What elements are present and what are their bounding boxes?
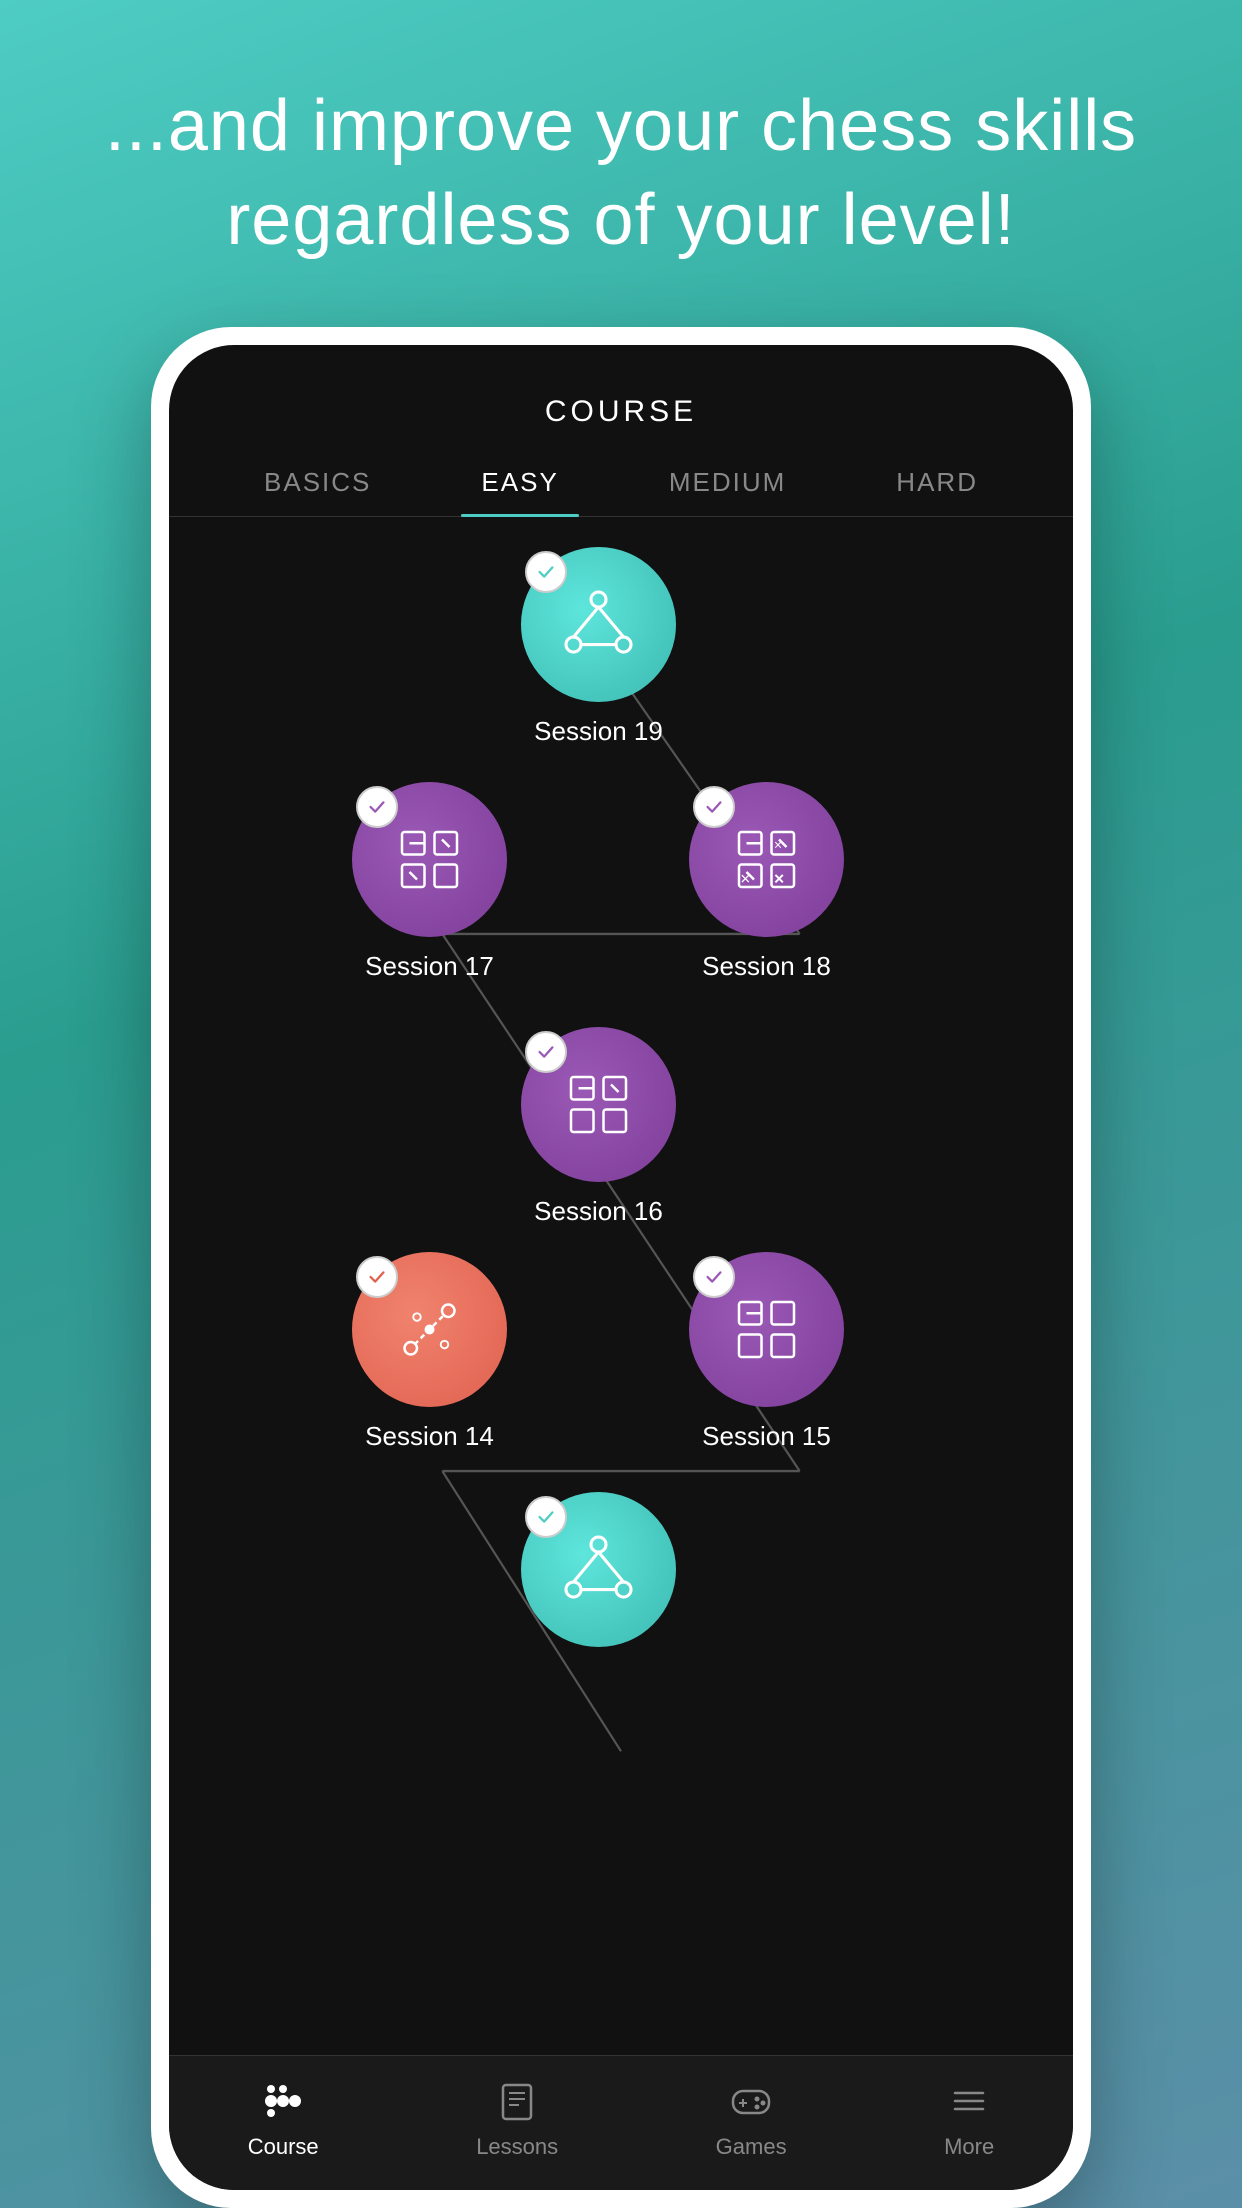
course-header: COURSE [169,345,1073,449]
nav-games[interactable]: Games [716,2076,787,2160]
book-icon [492,2076,542,2126]
gamepad-icon [726,2076,776,2126]
dots-icon [258,2076,308,2126]
nav-course-label: Course [248,2134,319,2160]
session-14[interactable]: Session 14 [352,1252,507,1452]
nav-course[interactable]: Course [248,2076,319,2160]
course-map: Session 19 × [169,537,1073,2055]
svg-text:×: × [774,869,784,889]
tab-hard[interactable]: HARD [876,449,998,516]
tab-medium[interactable]: MEDIUM [649,449,806,516]
session-18[interactable]: × × × Session 18 [689,782,844,982]
phone-wrapper: COURSE BASICS EASY MEDIUM HARD [151,327,1091,2208]
map-lines [169,537,1073,2055]
session-15-label: Session 15 [702,1421,831,1452]
bottom-nav: Course Lessons [169,2055,1073,2190]
tab-easy[interactable]: EASY [461,449,578,516]
menu-icon [944,2076,994,2126]
nav-games-label: Games [716,2134,787,2160]
session-15[interactable]: Session 15 [689,1252,844,1452]
tabs-bar: BASICS EASY MEDIUM HARD [169,449,1073,517]
session-17-label: Session 17 [365,951,494,982]
svg-text:×: × [740,869,750,889]
svg-text:×: × [774,838,782,853]
hero-section: ...and improve your chess skills regardl… [0,0,1242,327]
nav-lessons[interactable]: Lessons [476,2076,558,2160]
nav-more[interactable]: More [944,2076,994,2160]
hero-text: ...and improve your chess skills regardl… [80,80,1162,267]
session-16-label: Session 16 [534,1196,663,1227]
nav-more-label: More [944,2134,994,2160]
tab-basics[interactable]: BASICS [244,449,391,516]
session-18-label: Session 18 [702,951,831,982]
session-19[interactable]: Session 19 [521,547,676,747]
phone-inner: COURSE BASICS EASY MEDIUM HARD [169,345,1073,2190]
session-16[interactable]: Session 16 [521,1027,676,1227]
session-14-label: Session 14 [365,1421,494,1452]
session-19-label: Session 19 [534,716,663,747]
nav-lessons-label: Lessons [476,2134,558,2160]
session-13[interactable] [521,1492,676,1647]
session-17[interactable]: Session 17 [352,782,507,982]
